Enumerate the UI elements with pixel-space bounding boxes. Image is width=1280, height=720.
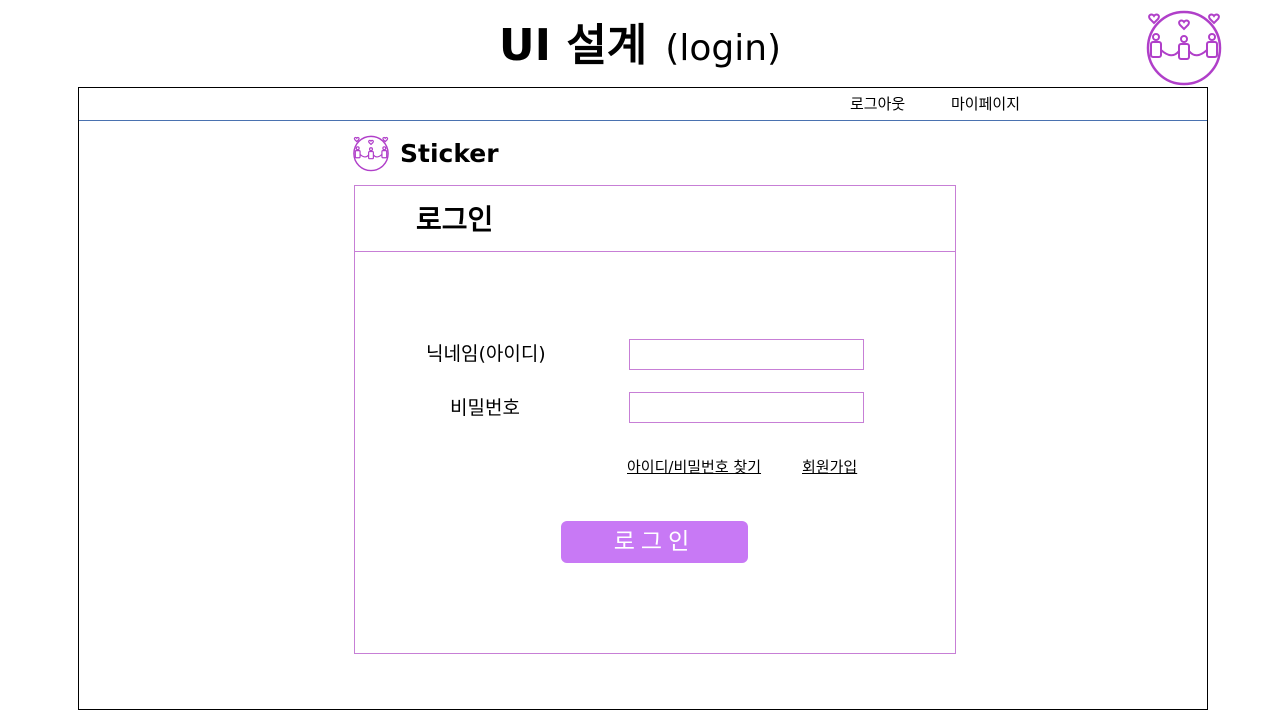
id-input[interactable] xyxy=(629,339,864,370)
logout-link[interactable]: 로그아웃 xyxy=(850,95,905,113)
people-hearts-icon xyxy=(353,135,389,172)
mypage-link[interactable]: 마이페이지 xyxy=(951,95,1020,113)
slide-title-sub: (login) xyxy=(665,28,782,69)
id-label: 닉네임(아이디) xyxy=(426,343,546,365)
login-card-header: 로그인 xyxy=(355,186,955,252)
login-title: 로그인 xyxy=(416,203,494,236)
login-button[interactable]: 로그인 xyxy=(561,521,748,563)
brand-name: Sticker xyxy=(400,139,499,168)
password-input[interactable] xyxy=(629,392,864,423)
slide-title-main: UI 설계 xyxy=(498,20,648,71)
find-account-link[interactable]: 아이디/비밀번호 찾기 xyxy=(627,458,761,476)
app-frame: 로그아웃 마이페이지 Sticker 로그인 닉네임(아이디) 비밀번호 아이디… xyxy=(78,87,1208,710)
login-card: 로그인 닉네임(아이디) 비밀번호 아이디/비밀번호 찾기 회원가입 로그인 xyxy=(354,185,956,654)
slide-title: UI 설계 (login) xyxy=(0,18,1280,77)
signup-link[interactable]: 회원가입 xyxy=(802,458,857,476)
people-hearts-icon xyxy=(1146,10,1222,86)
password-label: 비밀번호 xyxy=(450,397,520,419)
top-navbar: 로그아웃 마이페이지 xyxy=(79,88,1207,121)
